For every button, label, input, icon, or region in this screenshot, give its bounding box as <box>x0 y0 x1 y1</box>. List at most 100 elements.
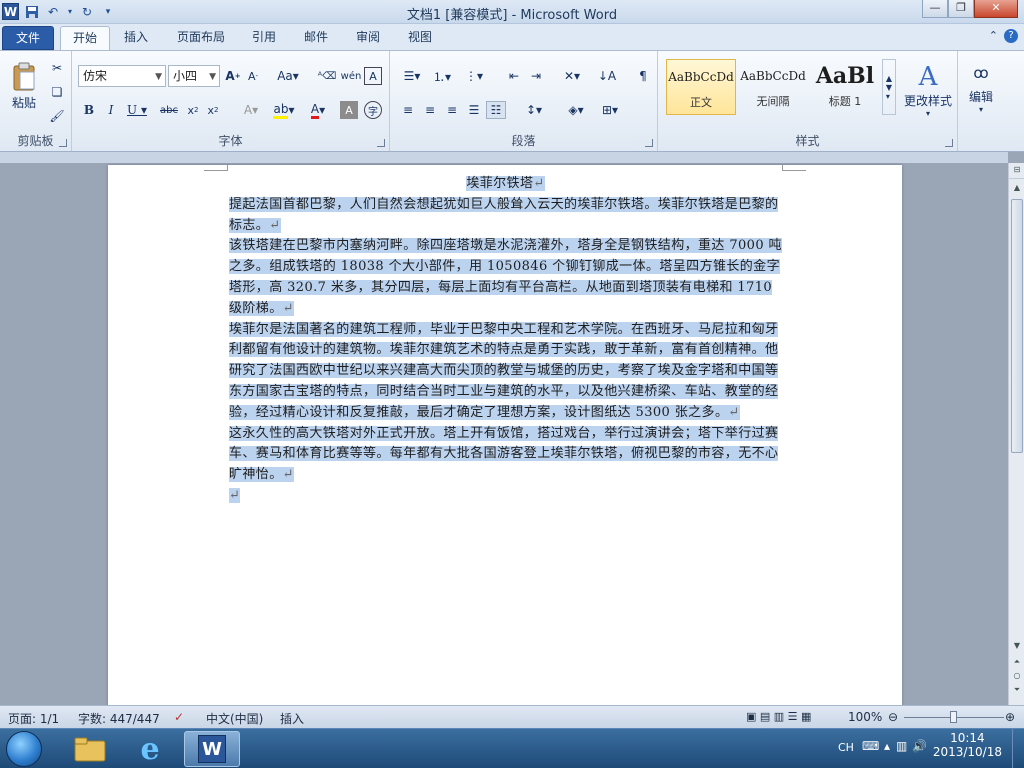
page-count[interactable]: 页面: 1/1 <box>8 710 59 727</box>
strikethrough-icon[interactable]: abc <box>158 101 180 119</box>
font-color-icon[interactable]: A ▾ <box>304 101 332 119</box>
font-group: 仿宋 ▼ 小四 ▼ A + A- Aa▾ ᴬ⌫ wén A B I U ▾ abc x… <box>72 51 390 151</box>
character-border-icon[interactable]: A <box>364 67 382 85</box>
borders-icon[interactable]: ⊞▾ <box>596 101 624 119</box>
ie-taskbar-button[interactable]: e <box>122 731 178 767</box>
cut-icon[interactable]: ✂ <box>48 59 66 77</box>
styles-launcher-icon[interactable] <box>945 139 953 147</box>
chevron-down-icon: ▼ <box>209 72 216 82</box>
shading-icon[interactable]: ◈▾ <box>562 101 590 119</box>
view-ruler-icon[interactable]: ⊟ <box>1009 163 1024 179</box>
help-icon[interactable]: ? <box>1004 29 1018 43</box>
change-case-icon[interactable]: Aa▾ <box>276 67 300 85</box>
font-size-value: 小四 <box>173 69 198 83</box>
grow-font-icon[interactable]: A + <box>224 67 242 85</box>
clipboard-launcher-icon[interactable] <box>59 139 67 147</box>
clear-formatting-icon[interactable]: ᴬ⌫ <box>316 67 338 85</box>
tab-view[interactable]: 视图 <box>400 26 440 50</box>
font-size-combo[interactable]: 小四 ▼ <box>168 65 220 87</box>
clock[interactable]: 10:14 2013/10/18 <box>933 731 1002 759</box>
show-marks-icon[interactable]: ¶ <box>634 67 652 85</box>
bullets-icon[interactable]: ☰▾ <box>398 67 426 85</box>
format-painter-icon[interactable]: 🖌 <box>48 107 66 125</box>
scroll-thumb[interactable] <box>1011 199 1023 453</box>
chinese-layout-icon[interactable]: ✕▾ <box>558 67 586 85</box>
input-language[interactable]: CH <box>838 741 854 754</box>
justify-icon[interactable]: ☰ <box>464 101 484 119</box>
document-body[interactable]: 埃菲尔铁塔↵ 提起法国首都巴黎，人们自然会想起犹如巨人般耸入云天的埃菲尔铁塔。埃… <box>229 174 782 507</box>
tab-file[interactable]: 文件 <box>2 26 54 50</box>
editing-group: ꝏ 编辑 ▾ <box>958 51 1004 151</box>
zoom-level[interactable]: 100% <box>848 710 882 724</box>
minimize-button[interactable]: — <box>922 0 948 18</box>
text-effects-icon[interactable]: A▾ <box>238 101 264 119</box>
vertical-scrollbar[interactable]: ⊟ ▲ ▼ ⏶ ○ ⏷ <box>1008 163 1024 705</box>
style-no-spacing[interactable]: AaBbCcDd 无间隔 <box>738 59 808 115</box>
scroll-up-arrow[interactable]: ▲ <box>1009 181 1024 195</box>
zoom-slider-thumb[interactable] <box>950 711 957 723</box>
maximize-button[interactable]: ❐ <box>948 0 974 18</box>
tab-page-layout[interactable]: 页面布局 <box>170 26 232 50</box>
tab-home[interactable]: 开始 <box>60 26 110 50</box>
line-spacing-icon[interactable]: ↕▾ <box>520 101 548 119</box>
network-icon[interactable]: ▥ <box>896 739 907 753</box>
tab-insert[interactable]: 插入 <box>116 26 156 50</box>
volume-icon[interactable]: 🔊 <box>912 739 927 753</box>
style-heading-1[interactable]: AaBl 标题 1 <box>810 59 880 115</box>
paste-button[interactable]: 粘贴 <box>6 57 42 115</box>
paragraph-launcher-icon[interactable] <box>645 139 653 147</box>
style-normal[interactable]: AaBbCcDd 正文 <box>666 59 736 115</box>
subscript-icon[interactable]: x2 <box>184 101 202 119</box>
zoom-out-icon[interactable]: ⊖ <box>888 710 898 724</box>
browse-object-icon[interactable]: ○ <box>1009 669 1024 683</box>
character-shading-icon[interactable]: A <box>340 101 358 119</box>
scroll-down-arrow[interactable]: ▼ <box>1009 639 1024 653</box>
enclose-characters-icon[interactable]: 字 <box>364 101 382 119</box>
paragraph-mark: ↵ <box>269 217 281 233</box>
zoom-in-icon[interactable]: ⊕ <box>1005 710 1015 724</box>
font-name-combo[interactable]: 仿宋 ▼ <box>78 65 166 87</box>
word-taskbar-button[interactable]: W <box>184 731 240 767</box>
align-right-icon[interactable]: ≡ <box>442 101 462 119</box>
italic-icon[interactable]: I <box>102 101 120 119</box>
previous-page-icon[interactable]: ⏶ <box>1009 655 1024 669</box>
next-page-icon[interactable]: ⏷ <box>1009 683 1024 697</box>
word-count[interactable]: 字数: 447/447 <box>78 710 160 727</box>
change-styles-button[interactable]: A 更改样式 ▾ <box>900 57 956 123</box>
underline-icon[interactable]: U ▾ <box>124 101 150 119</box>
show-desktop-button[interactable] <box>1012 729 1024 768</box>
bold-icon[interactable]: B <box>80 101 98 119</box>
insert-mode[interactable]: 插入 <box>280 710 304 727</box>
font-group-label: 字体 <box>218 134 243 148</box>
copy-icon[interactable]: ❏ <box>48 83 66 101</box>
superscript-icon[interactable]: x2 <box>204 101 222 119</box>
styles-scroll[interactable]: ▲ ▼ ▾ <box>882 59 896 115</box>
tab-references[interactable]: 引用 <box>244 26 284 50</box>
doc-paragraph: 提起法国首都巴黎，人们自然会想起犹如巨人般耸入云天的埃菲尔铁塔。埃菲尔铁塔是巴黎… <box>229 195 782 237</box>
editing-button[interactable]: ꝏ 编辑 ▾ <box>962 59 1000 119</box>
keyboard-icon[interactable]: ⌨ <box>862 739 879 753</box>
explorer-taskbar-button[interactable] <box>62 731 118 767</box>
decrease-indent-icon[interactable]: ⇤ <box>504 67 524 85</box>
align-left-icon[interactable]: ≡ <box>398 101 418 119</box>
language-status[interactable]: 中文(中国) <box>206 710 263 727</box>
numbering-icon[interactable]: ⒈▾ <box>428 67 456 85</box>
tab-mailings[interactable]: 邮件 <box>296 26 336 50</box>
distributed-icon[interactable]: ☷ <box>486 101 506 119</box>
proofing-icon[interactable]: ✓ <box>174 710 184 724</box>
multilevel-list-icon[interactable]: ⋮▾ <box>460 67 488 85</box>
phonetic-guide-icon[interactable]: wén <box>340 67 362 85</box>
sort-icon[interactable]: ↓A <box>596 67 618 85</box>
font-launcher-icon[interactable] <box>377 139 385 147</box>
minimize-ribbon-icon[interactable]: ⌃ <box>989 29 998 43</box>
show-hidden-icons[interactable]: ▴ <box>884 739 890 753</box>
close-button[interactable]: ✕ <box>974 0 1018 18</box>
change-styles-label: 更改样式 <box>903 94 952 108</box>
tab-review[interactable]: 审阅 <box>348 26 388 50</box>
highlight-color-icon[interactable]: ab ▾ <box>270 101 298 119</box>
start-button[interactable] <box>6 731 42 767</box>
increase-indent-icon[interactable]: ⇥ <box>526 67 546 85</box>
align-center-icon[interactable]: ≡ <box>420 101 440 119</box>
view-buttons[interactable]: ▣ ▤ ▥ ☰ ▦ <box>746 710 811 723</box>
shrink-font-icon[interactable]: A- <box>244 67 262 85</box>
